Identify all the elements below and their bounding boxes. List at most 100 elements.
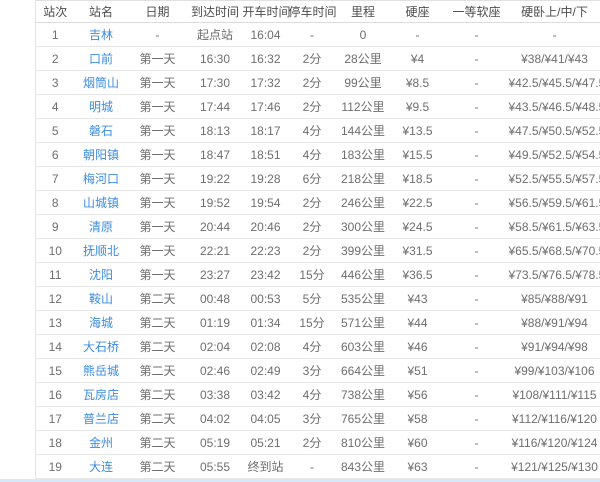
cell-station_name: 抚顺北 (75, 239, 128, 263)
cell-distance: 246公里 (336, 191, 391, 215)
station-link[interactable]: 吉林 (89, 28, 113, 42)
train-timetable-page: { "colors": { "station_link": "#3c8ce0",… (0, 0, 600, 482)
table-row: 10抚顺北第一天22:2122:232分399公里¥31.5-¥65.5/¥68… (36, 239, 600, 263)
cell-date: 第二天 (128, 455, 188, 479)
table-row: 12鞍山第二天00:4800:535分535公里¥43-¥85/¥88/¥91 (36, 287, 600, 311)
cell-stop_time: 4分 (289, 383, 336, 407)
station-link[interactable]: 抚顺北 (83, 244, 119, 258)
cell-station_name: 山城镇 (75, 191, 128, 215)
station-link[interactable]: 烟筒山 (83, 76, 119, 90)
cell-hard_seat: ¥18.5 (391, 167, 445, 191)
cell-distance: 99公里 (336, 71, 391, 95)
cell-stop_time: 3分 (289, 359, 336, 383)
cell-hard_sleeper: ¥108/¥111/¥115 (509, 383, 600, 407)
cell-date: 第一天 (128, 47, 188, 71)
cell-hard_sleeper: ¥42.5/¥45.5/¥47.5 (509, 71, 600, 95)
station-link[interactable]: 鞍山 (89, 292, 113, 306)
station-link[interactable]: 海城 (89, 316, 113, 330)
cell-first_class_soft_seat: - (445, 407, 509, 431)
cell-date: 第二天 (128, 311, 188, 335)
station-link[interactable]: 熊岳城 (83, 364, 119, 378)
cell-date: 第一天 (128, 119, 188, 143)
cell-hard_sleeper: ¥56.5/¥59.5/¥61.5 (509, 191, 600, 215)
station-link[interactable]: 沈阳 (89, 268, 113, 282)
column-header-date: 日期 (128, 1, 188, 23)
cell-date: - (128, 23, 188, 47)
station-link[interactable]: 瓦房店 (83, 388, 119, 402)
cell-station_name: 瓦房店 (75, 383, 128, 407)
cell-departure_time: 00:53 (243, 287, 289, 311)
station-link[interactable]: 清原 (89, 220, 113, 234)
cell-hard_seat: ¥22.5 (391, 191, 445, 215)
cell-station_name: 金州 (75, 431, 128, 455)
cell-station_name: 海城 (75, 311, 128, 335)
cell-distance: 738公里 (336, 383, 391, 407)
cell-departure_time: 17:32 (243, 71, 289, 95)
cell-stop_time: 15分 (289, 263, 336, 287)
table-row: 17普兰店第二天04:0204:053分765公里¥58-¥112/¥116/¥… (36, 407, 600, 431)
cell-arrival_time: 20:44 (188, 215, 243, 239)
cell-distance: 28公里 (336, 47, 391, 71)
cell-date: 第一天 (128, 143, 188, 167)
table-row: 9清原第一天20:4420:462分300公里¥24.5-¥58.5/¥61.5… (36, 215, 600, 239)
cell-departure_time: 19:54 (243, 191, 289, 215)
cell-station_name: 普兰店 (75, 407, 128, 431)
station-link[interactable]: 口前 (89, 52, 113, 66)
cell-station_no: 1 (36, 23, 75, 47)
station-link[interactable]: 磐石 (89, 124, 113, 138)
station-link[interactable]: 金州 (89, 436, 113, 450)
cell-hard_seat: ¥36.5 (391, 263, 445, 287)
column-header-stop_time: 停车时间 (289, 1, 336, 23)
table-row: 11沈阳第一天23:2723:4215分446公里¥36.5-¥73.5/¥76… (36, 263, 600, 287)
cell-hard_seat: ¥4 (391, 47, 445, 71)
cell-distance: 218公里 (336, 167, 391, 191)
cell-first_class_soft_seat: - (445, 431, 509, 455)
column-header-station_name: 站名 (75, 1, 128, 23)
cell-hard_sleeper: ¥38/¥41/¥43 (509, 47, 600, 71)
cell-station_name: 清原 (75, 215, 128, 239)
table-row: 4明城第一天17:4417:462分112公里¥9.5-¥43.5/¥46.5/… (36, 95, 600, 119)
cell-arrival_time: 16:30 (188, 47, 243, 71)
train-timetable: 站次站名日期到达时间开车时间停车时间里程硬座一等软座硬卧上/中/下 1吉林-起点… (35, 0, 600, 479)
station-link[interactable]: 梅河口 (83, 172, 119, 186)
station-link[interactable]: 明城 (89, 100, 113, 114)
column-header-arrival_time: 到达时间 (188, 1, 243, 23)
cell-departure_time: 23:42 (243, 263, 289, 287)
cell-station_no: 3 (36, 71, 75, 95)
station-link[interactable]: 大连 (89, 460, 113, 474)
station-link[interactable]: 普兰店 (83, 412, 119, 426)
cell-departure_time: 17:46 (243, 95, 289, 119)
cell-first_class_soft_seat: - (445, 119, 509, 143)
cell-arrival_time: 05:55 (188, 455, 243, 479)
cell-departure_time: 22:23 (243, 239, 289, 263)
cell-date: 第二天 (128, 359, 188, 383)
table-row: 8山城镇第一天19:5219:542分246公里¥22.5-¥56.5/¥59.… (36, 191, 600, 215)
cell-station_no: 4 (36, 95, 75, 119)
cell-hard_sleeper: ¥49.5/¥52.5/¥54.5 (509, 143, 600, 167)
station-link[interactable]: 大石桥 (83, 340, 119, 354)
table-row: 15熊岳城第二天02:4602:493分664公里¥51-¥99/¥103/¥1… (36, 359, 600, 383)
cell-departure_time: 02:49 (243, 359, 289, 383)
cell-stop_time: 2分 (289, 431, 336, 455)
cell-first_class_soft_seat: - (445, 335, 509, 359)
cell-departure_time: 终到站 (243, 455, 289, 479)
cell-hard_seat: - (391, 23, 445, 47)
cell-station_name: 磐石 (75, 119, 128, 143)
cell-arrival_time: 01:19 (188, 311, 243, 335)
station-link[interactable]: 朝阳镇 (83, 148, 119, 162)
cell-station_no: 14 (36, 335, 75, 359)
cell-stop_time: 2分 (289, 47, 336, 71)
cell-departure_time: 18:17 (243, 119, 289, 143)
cell-date: 第一天 (128, 71, 188, 95)
schedule-body: 1吉林-起点站16:04-0---2口前第一天16:3016:322分28公里¥… (36, 23, 600, 479)
station-link[interactable]: 山城镇 (83, 196, 119, 210)
cell-date: 第二天 (128, 431, 188, 455)
cell-hard_seat: ¥15.5 (391, 143, 445, 167)
cell-hard_seat: ¥8.5 (391, 71, 445, 95)
cell-hard_seat: ¥51 (391, 359, 445, 383)
cell-distance: 183公里 (336, 143, 391, 167)
cell-hard_seat: ¥43 (391, 287, 445, 311)
cell-first_class_soft_seat: - (445, 47, 509, 71)
cell-station_no: 2 (36, 47, 75, 71)
cell-departure_time: 16:32 (243, 47, 289, 71)
